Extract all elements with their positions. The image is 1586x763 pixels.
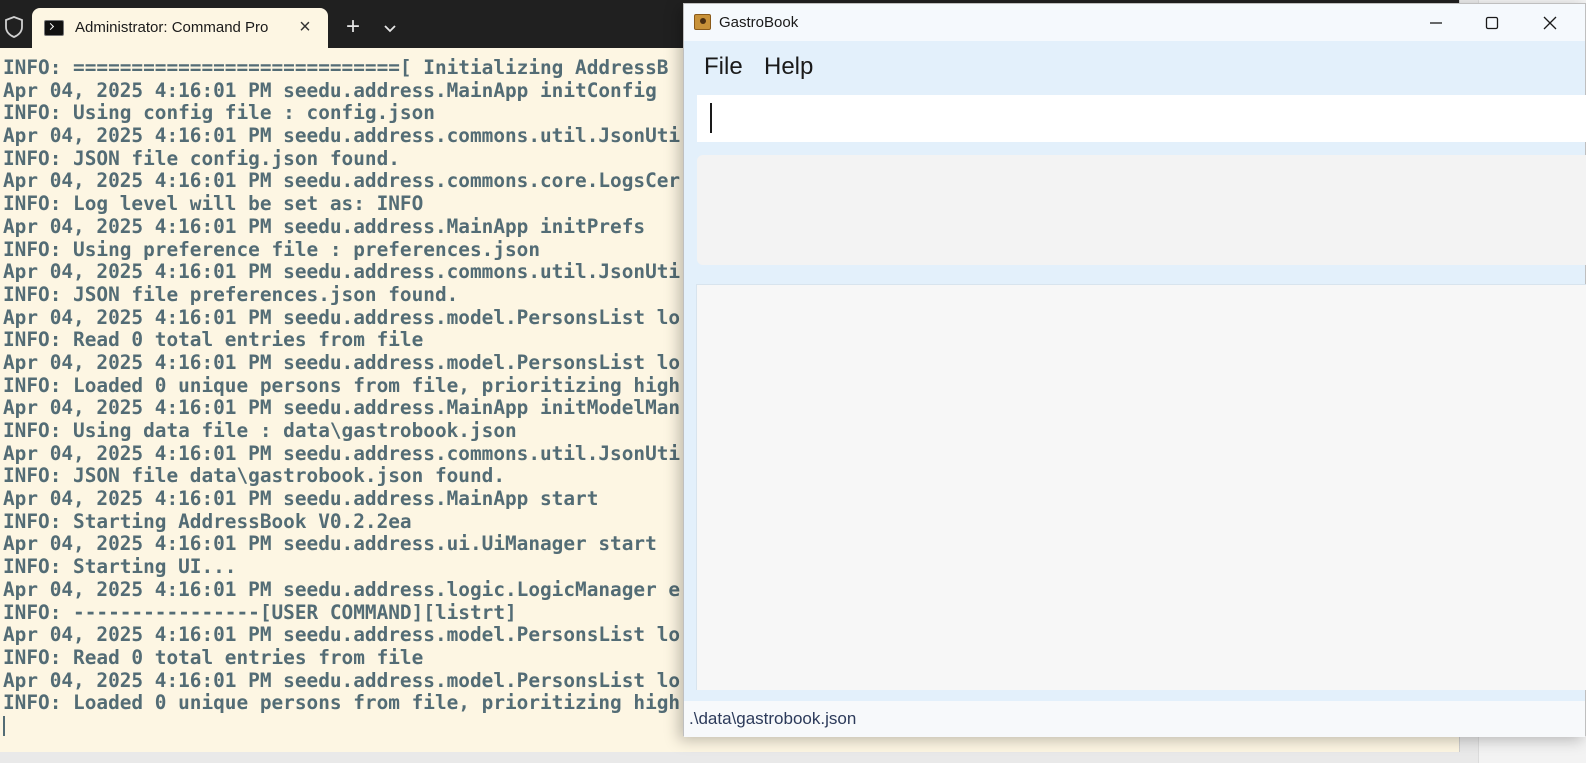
menu-file[interactable]: File [704, 53, 743, 81]
window-title: GastroBook [719, 14, 799, 31]
data-file-path: .\data\gastrobook.json [689, 709, 857, 728]
close-icon[interactable]: × [294, 16, 316, 38]
maximize-icon[interactable] [1480, 11, 1504, 35]
person-list-panel[interactable] [696, 284, 1586, 690]
app-icon [694, 14, 711, 30]
text-cursor [710, 103, 712, 133]
chevron-down-icon[interactable] [380, 18, 400, 38]
shield-icon [5, 16, 23, 38]
command-input[interactable] [697, 95, 1586, 142]
menu-help[interactable]: Help [764, 53, 813, 81]
gastrobook-window: GastroBook File Help .\data\gastrobook.j… [683, 3, 1586, 737]
menu-bar: File Help [684, 41, 1585, 93]
terminal-icon [44, 20, 64, 36]
tab-title: Administrator: Command Pro [75, 19, 269, 36]
plus-icon[interactable]: + [342, 15, 364, 39]
gastrobook-titlebar: GastroBook [684, 4, 1585, 41]
terminal-cursor [3, 716, 5, 736]
close-icon[interactable] [1538, 11, 1562, 35]
minimize-icon[interactable] [1424, 11, 1448, 35]
result-display [697, 155, 1586, 265]
status-bar: .\data\gastrobook.json [684, 701, 1585, 737]
tab-command-prompt[interactable]: Administrator: Command Pro × [32, 8, 328, 48]
command-box [697, 95, 1586, 142]
